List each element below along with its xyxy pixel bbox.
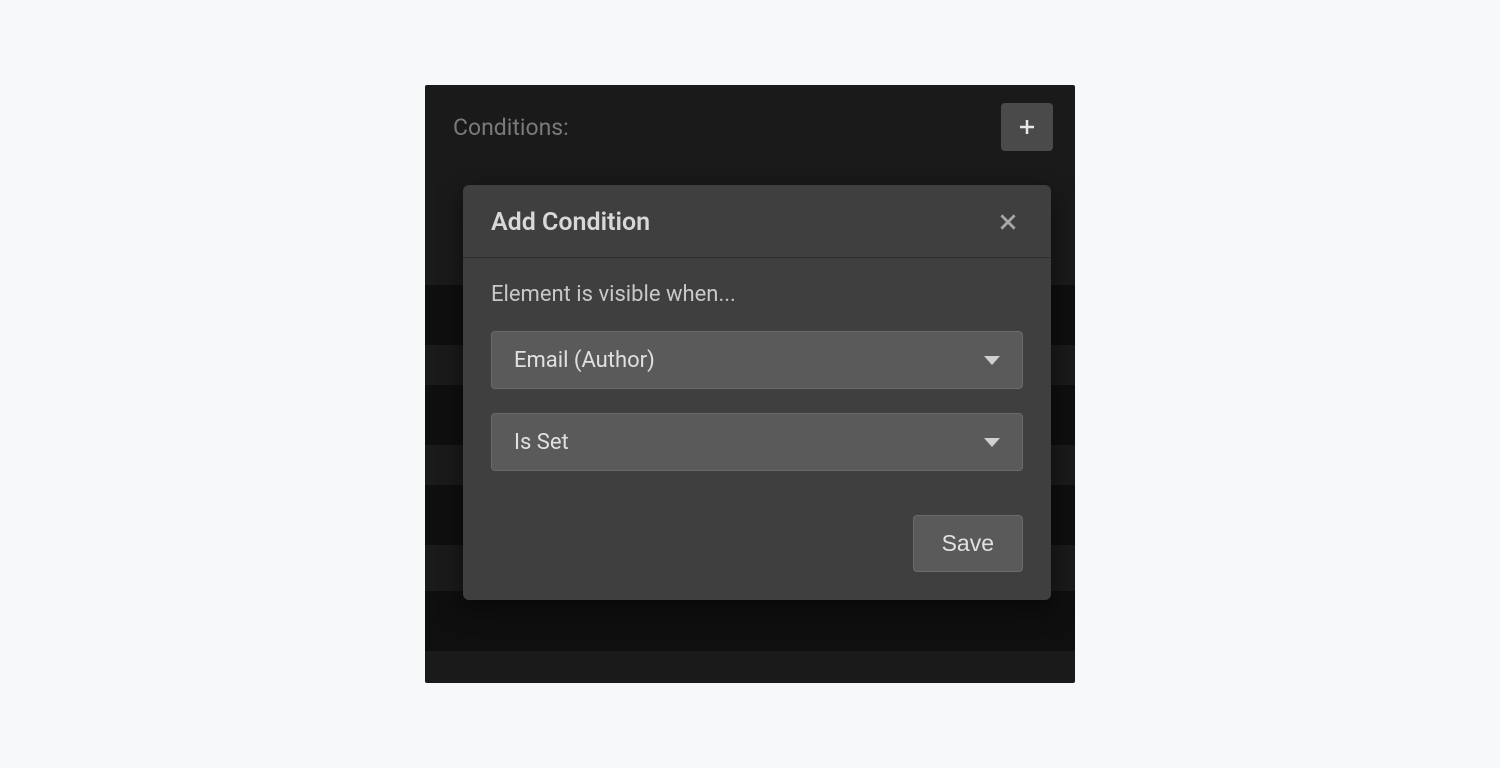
add-condition-dialog: Add Condition Element is visible when...… xyxy=(463,185,1051,600)
close-button[interactable] xyxy=(993,207,1023,237)
operator-select[interactable]: Is Set xyxy=(491,413,1023,471)
dialog-description: Element is visible when... xyxy=(491,282,1023,307)
save-button[interactable]: Save xyxy=(913,515,1023,572)
close-icon xyxy=(997,211,1019,233)
plus-icon xyxy=(1017,117,1037,137)
background-row xyxy=(425,591,1075,651)
dialog-footer: Save xyxy=(463,491,1051,600)
field-select[interactable]: Email (Author) xyxy=(491,331,1023,389)
chevron-down-icon xyxy=(984,356,1000,365)
conditions-panel: Conditions: Add Condition Element is vis… xyxy=(425,85,1075,683)
operator-select-value: Is Set xyxy=(514,430,569,455)
dialog-title: Add Condition xyxy=(491,208,650,237)
field-select-value: Email (Author) xyxy=(514,348,655,373)
add-condition-button[interactable] xyxy=(1001,103,1053,151)
dialog-header: Add Condition xyxy=(463,185,1051,258)
panel-header: Conditions: xyxy=(425,85,1075,163)
dialog-body: Element is visible when... Email (Author… xyxy=(463,258,1051,491)
chevron-down-icon xyxy=(984,438,1000,447)
conditions-label: Conditions: xyxy=(453,114,569,141)
